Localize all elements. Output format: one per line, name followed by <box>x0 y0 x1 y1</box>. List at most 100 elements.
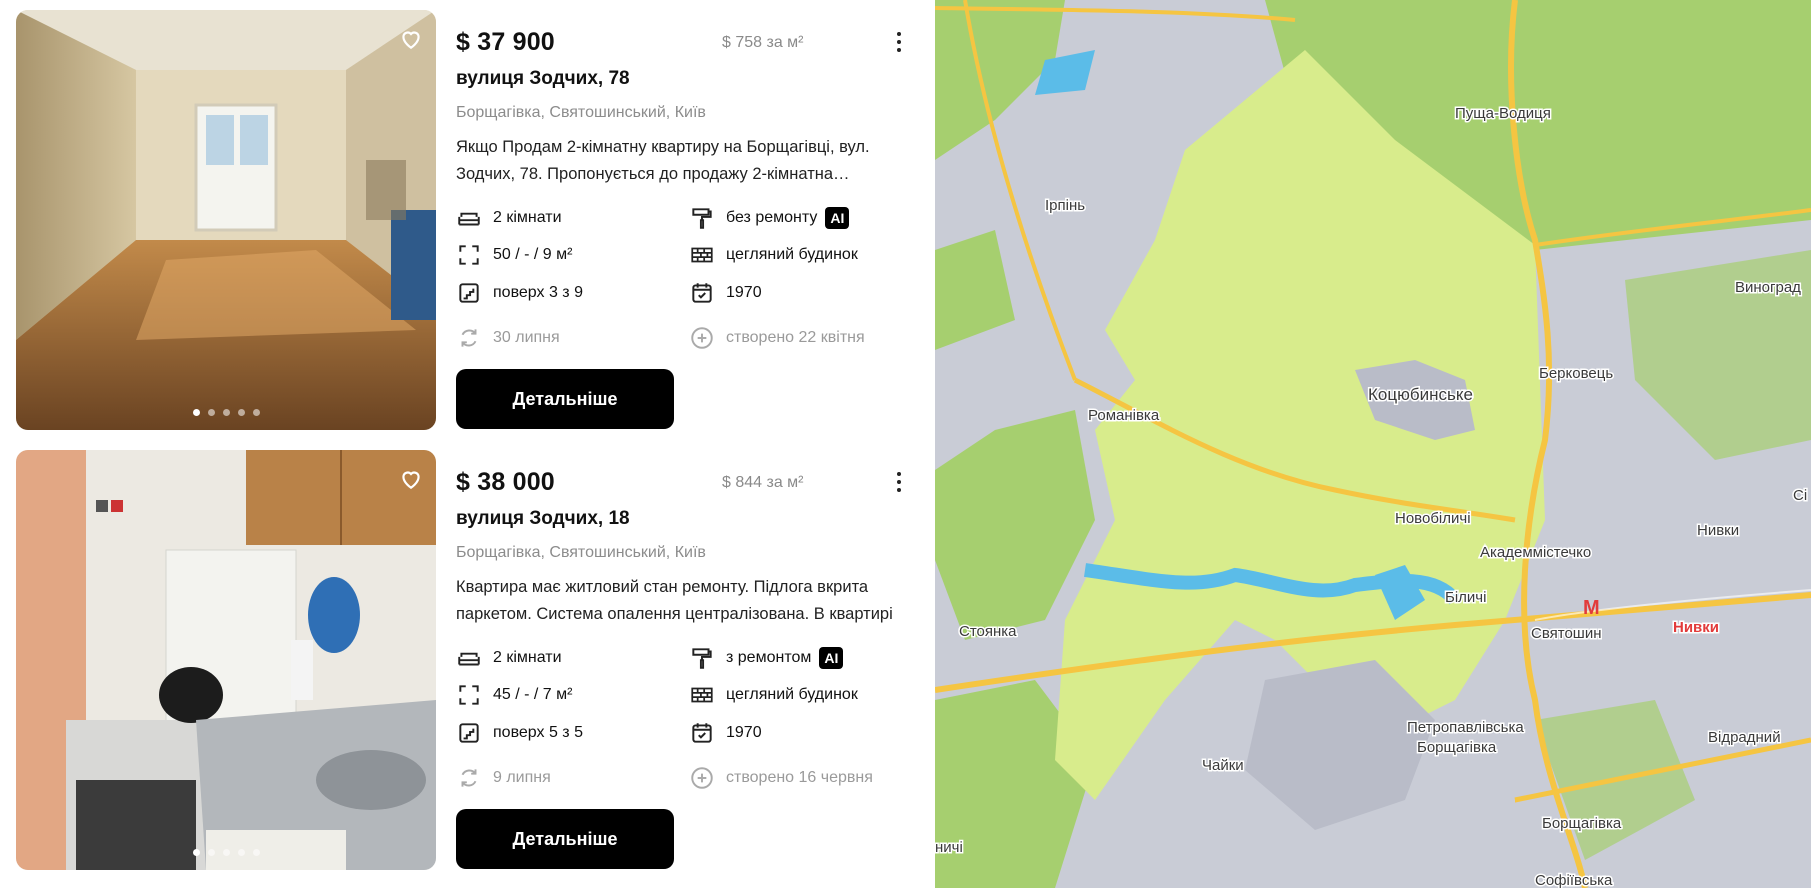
carousel-dot[interactable] <box>222 849 230 856</box>
created-text: створено 22 квітня <box>726 329 865 346</box>
feature-floor: поверх 3 з 9 <box>456 280 583 306</box>
carousel-dot[interactable] <box>207 849 215 856</box>
feature-renovation: без ремонту AI <box>689 205 850 231</box>
refresh-icon <box>461 329 477 347</box>
map-label-metro-nyvky[interactable]: Нивки <box>1672 618 1721 638</box>
listing-photo[interactable] <box>16 450 436 870</box>
paint-roller-icon <box>692 208 712 229</box>
map-label-vynohrad: Виноград <box>1735 279 1801 296</box>
metro-icon[interactable]: М <box>1583 597 1600 619</box>
map-label-petropavlivska-borshchahivka: Борщагівка <box>1417 739 1497 756</box>
listing-district: Борщагівка, Святошинський, Київ <box>456 544 706 561</box>
map-panel[interactable]: М Пуща-Водиця Ірпінь Виноград Берковець … <box>935 0 1811 888</box>
listing-price: $ 38 000 <box>456 468 555 496</box>
stairs-icon <box>459 283 479 303</box>
year-text: 1970 <box>726 724 762 741</box>
year-text: 1970 <box>726 284 762 301</box>
listing-photo[interactable] <box>16 10 436 430</box>
building-text: цегляний будинок <box>726 246 858 263</box>
listing-street[interactable]: вулиця Зодчих, 78 <box>456 68 630 90</box>
calendar-check-icon <box>692 283 712 303</box>
feature-created: створено 16 червня <box>689 765 873 791</box>
area-text: 50 / - / 9 м² <box>493 246 573 263</box>
feature-rooms: 2 кімнати <box>456 645 562 671</box>
map-label-petropavlivska: Петропавлівська <box>1407 719 1524 736</box>
renovation-text: з ремонтом <box>726 649 812 666</box>
carousel-dot[interactable] <box>237 409 245 416</box>
carousel-dot[interactable] <box>252 409 260 416</box>
rooms-text: 2 кімнати <box>493 649 562 666</box>
listing-district: Борщагівка, Святошинський, Київ <box>456 104 706 121</box>
ai-badge: AI <box>825 207 850 229</box>
map-label-romanivka: Романівка <box>1088 407 1160 424</box>
feature-rooms: 2 кімнати <box>456 205 562 231</box>
details-button[interactable]: Детальніше <box>456 809 674 869</box>
listing-price: $ 37 900 <box>456 28 555 56</box>
feature-year: 1970 <box>689 280 762 306</box>
price-per-m2: $ 758 за м² <box>722 34 804 51</box>
area-frame-icon <box>459 685 479 705</box>
feature-building: цегляний будинок <box>689 682 858 708</box>
brick-wall-icon <box>691 687 713 703</box>
more-options-icon[interactable] <box>894 32 904 56</box>
listing-street[interactable]: вулиця Зодчих, 18 <box>456 508 630 530</box>
feature-area: 45 / - / 7 м² <box>456 682 572 708</box>
app-root: $ 37 900 $ 758 за м² вулиця Зодчих, 78 Б… <box>0 0 1811 888</box>
floor-text: поверх 3 з 9 <box>493 284 583 301</box>
rooms-text: 2 кімнати <box>493 209 562 226</box>
listing-card[interactable]: $ 37 900 $ 758 за м² вулиця Зодчих, 78 Б… <box>16 10 916 430</box>
sofa-icon <box>458 212 480 226</box>
favorite-heart-icon[interactable] <box>398 26 424 52</box>
carousel-dot[interactable] <box>207 409 215 416</box>
map-label-irpin: Ірпінь <box>1045 197 1085 214</box>
paint-roller-icon <box>692 648 712 669</box>
carousel-dot[interactable] <box>252 849 260 856</box>
stairs-icon <box>459 723 479 743</box>
brick-wall-icon <box>691 247 713 263</box>
photo-carousel-dots[interactable] <box>16 849 436 856</box>
refresh-icon <box>461 769 477 787</box>
map-label-nyvky: Нивки <box>1697 522 1739 539</box>
map-label-bilychi: Біличі <box>1445 589 1486 606</box>
map-label-vidradnyi: Відрадний <box>1708 729 1781 746</box>
feature-area: 50 / - / 9 м² <box>456 242 572 268</box>
map-label-berkovets: Берковець <box>1539 365 1613 382</box>
photo-carousel-dots[interactable] <box>16 409 436 416</box>
floor-text: поверх 5 з 5 <box>493 724 583 741</box>
map-label-sviatoshyn: Святошин <box>1531 625 1602 642</box>
map-label-borshchahivka: Борщагівка <box>1542 815 1622 832</box>
map-label-nychi: ничі <box>935 839 963 856</box>
plus-circle-icon <box>691 327 713 349</box>
listings-panel[interactable]: $ 37 900 $ 758 за м² вулиця Зодчих, 78 Б… <box>0 0 935 888</box>
carousel-dot[interactable] <box>192 409 200 416</box>
price-per-m2: $ 844 за м² <box>722 474 804 491</box>
feature-created: створено 22 квітня <box>689 325 865 351</box>
updated-text: 9 липня <box>493 769 551 786</box>
details-button[interactable]: Детальніше <box>456 369 674 429</box>
map-label-pushcha: Пуща-Водиця <box>1455 105 1551 122</box>
favorite-heart-icon[interactable] <box>398 466 424 492</box>
listing-info: $ 37 900 $ 758 за м² вулиця Зодчих, 78 Б… <box>456 10 916 430</box>
listing-description: Квартира має житловий стан ремонту. Підл… <box>456 578 893 623</box>
map-label-kotsiubynske: Коцюбинське <box>1368 385 1473 404</box>
building-text: цегляний будинок <box>726 686 858 703</box>
area-frame-icon <box>459 245 479 265</box>
feature-building: цегляний будинок <box>689 242 858 268</box>
feature-updated: 9 липня <box>456 765 551 791</box>
carousel-dot[interactable] <box>222 409 230 416</box>
map-canvas[interactable]: М Пуща-Водиця Ірпінь Виноград Берковець … <box>935 0 1811 888</box>
feature-renovation: з ремонтом AI <box>689 645 844 671</box>
map-label-sofiivska: Софіївська <box>1535 872 1613 888</box>
area-text: 45 / - / 7 м² <box>493 686 573 703</box>
map-label-chaiky: Чайки <box>1202 757 1244 774</box>
created-text: створено 16 червня <box>726 769 873 786</box>
map-label-akademmistechko: Академмістечко <box>1480 544 1591 561</box>
carousel-dot[interactable] <box>192 849 200 856</box>
more-options-icon[interactable] <box>894 472 904 496</box>
listing-card[interactable]: $ 38 000 $ 844 за м² вулиця Зодчих, 18 Б… <box>16 450 916 870</box>
ai-badge: AI <box>819 647 844 669</box>
carousel-dot[interactable] <box>237 849 245 856</box>
updated-text: 30 липня <box>493 329 560 346</box>
map-label-novobilychi: Новобіличі <box>1395 510 1471 527</box>
feature-updated: 30 липня <box>456 325 560 351</box>
